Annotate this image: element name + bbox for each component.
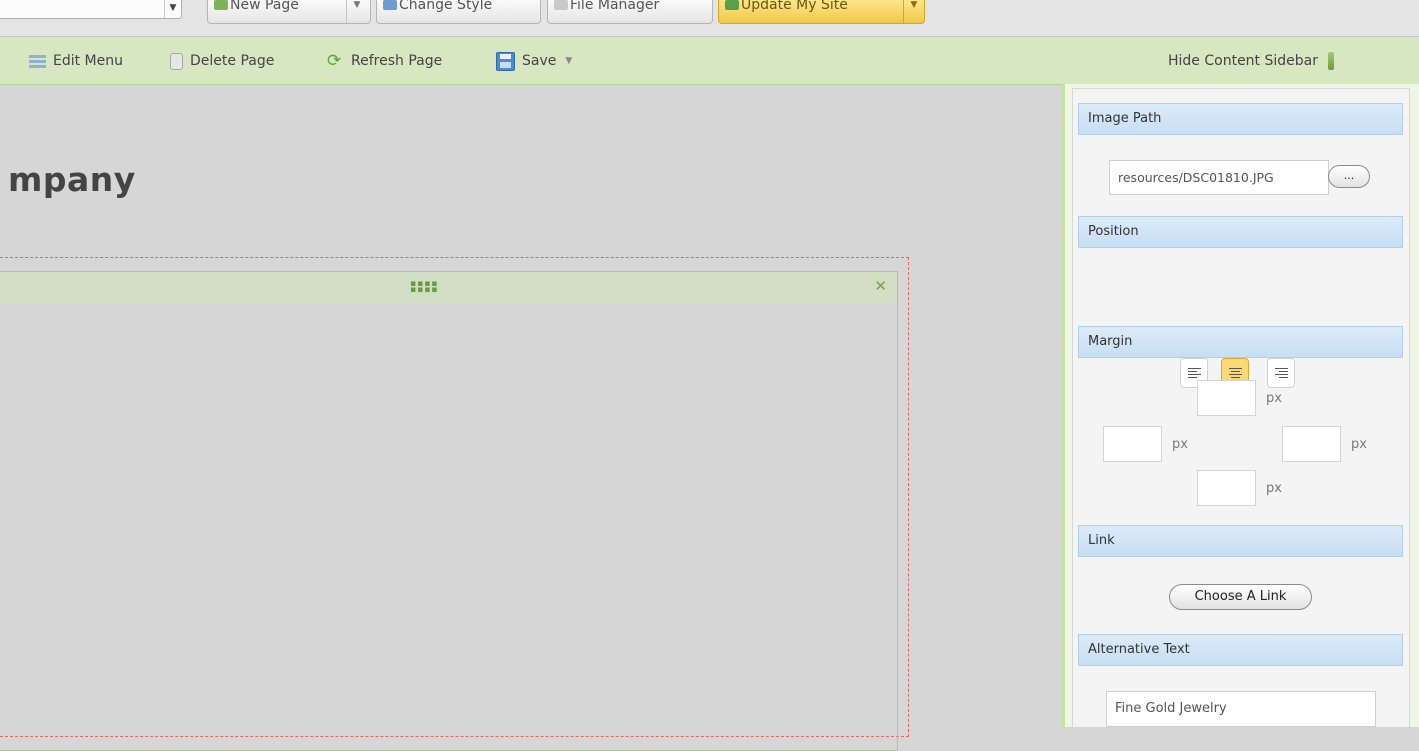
chevron-down-icon[interactable]: ▼ [903,0,924,23]
file-manager-button[interactable]: File Manager [547,0,713,24]
trash-icon [170,52,183,70]
margin-top-input[interactable] [1197,380,1256,416]
file-manager-label: File Manager [570,0,660,13]
chevron-down-icon: ▼ [164,0,181,18]
link-header: Link [1078,525,1403,557]
margin-left-unit: px [1172,437,1188,452]
refresh-page-label: Refresh Page [351,53,443,69]
margin-left-input[interactable] [1103,426,1162,462]
new-page-icon [214,0,228,10]
change-style-button[interactable]: Change Style [376,0,541,24]
image-content-block[interactable]: ▪▪▪▪ ▪▪▪▪ ✕ [0,271,898,751]
new-page-label: New Page [230,0,299,13]
close-icon[interactable]: ✕ [874,277,887,295]
refresh-icon: ⟳ [327,50,342,71]
drag-handle-icon[interactable]: ▪▪▪▪ ▪▪▪▪ [410,280,450,295]
margin-bottom-input[interactable] [1197,470,1256,506]
arrow-up-icon [1328,52,1334,70]
style-icon [383,0,397,10]
save-icon [496,51,515,71]
edit-menu-label: Edit Menu [53,53,123,69]
page-title[interactable]: mpany [8,160,136,199]
margin-top-unit: px [1266,391,1282,406]
alternative-text-header: Alternative Text [1078,634,1403,666]
image-path-input[interactable]: resources/DSC01810.JPG [1109,160,1329,195]
delete-page-label: Delete Page [190,53,275,69]
update-site-label: Update My Site [741,0,848,13]
content-block-outline: ▪▪▪▪ ▪▪▪▪ ✕ [0,257,909,751]
change-style-label: Change Style [399,0,493,13]
margin-right-input[interactable] [1282,426,1341,462]
chevron-down-icon[interactable]: ▼ [346,0,367,23]
margin-right-unit: px [1351,437,1367,452]
content-sidebar: Image Path resources/DSC01810.JPG ... Po… [1072,88,1410,727]
align-right-button[interactable] [1267,358,1295,388]
globe-icon [725,0,739,10]
site-select-dropdown[interactable]: ▼ [0,0,182,19]
choose-a-link-button[interactable]: Choose A Link [1169,584,1312,610]
position-header: Position [1078,216,1403,248]
save-button[interactable]: Save ▼ [496,50,572,72]
margin-bottom-unit: px [1266,481,1282,496]
browse-button[interactable]: ... [1328,165,1370,188]
refresh-page-button[interactable]: ⟳ Refresh Page [327,50,442,72]
delete-page-button[interactable]: Delete Page [170,50,274,72]
save-label: Save [522,53,557,69]
hide-content-sidebar-button[interactable]: Hide Content Sidebar [1168,50,1334,72]
new-page-button[interactable]: New Page ▼ [207,0,371,24]
hide-sidebar-label: Hide Content Sidebar [1168,53,1318,69]
top-navigation-bar: ▼ New Page ▼ Change Style File Manager U… [0,0,1419,37]
alternative-text-input[interactable]: Fine Gold Jewelry [1106,691,1376,727]
editor-toolbar: Edit Menu Delete Page ⟳ Refresh Page Sav… [0,37,1419,85]
block-header: ▪▪▪▪ ▪▪▪▪ ✕ [0,272,897,303]
file-manager-icon [554,0,568,10]
chevron-down-icon[interactable]: ▼ [565,56,572,66]
image-path-header: Image Path [1078,103,1403,135]
menu-icon [29,53,46,70]
margin-header: Margin [1078,326,1403,358]
edit-menu-button[interactable]: Edit Menu [29,50,123,72]
update-my-site-button[interactable]: Update My Site ▼ [718,0,925,24]
